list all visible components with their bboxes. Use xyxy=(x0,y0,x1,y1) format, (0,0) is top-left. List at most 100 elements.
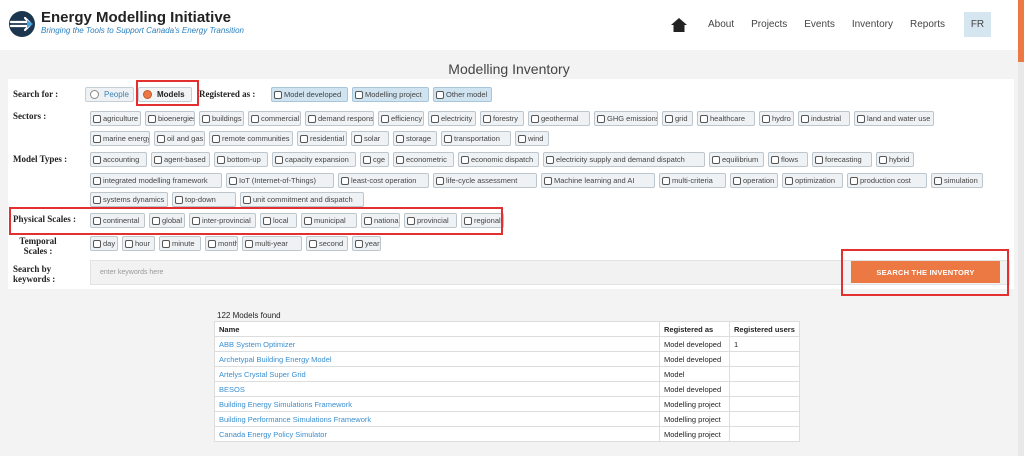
model-name-link[interactable]: Archetypal Building Energy Model xyxy=(214,351,660,367)
nav-events[interactable]: Events xyxy=(804,19,835,30)
checkbox[interactable] xyxy=(785,176,793,185)
checkbox[interactable] xyxy=(483,114,491,123)
model-name-link[interactable]: BESOS xyxy=(214,381,660,397)
model-name-link[interactable]: Building Energy Simulations Framework xyxy=(214,396,660,412)
checkbox[interactable] xyxy=(461,155,469,164)
sector-residential[interactable]: residential xyxy=(297,131,347,146)
checkbox[interactable] xyxy=(309,239,317,248)
sector-commercial[interactable]: commercial xyxy=(248,111,301,126)
checkbox[interactable] xyxy=(93,195,101,204)
checkbox[interactable] xyxy=(771,155,779,164)
checkbox[interactable] xyxy=(300,134,308,143)
checkbox[interactable] xyxy=(665,114,673,123)
sector-demand-response[interactable]: demand response xyxy=(305,111,374,126)
sector-electricity[interactable]: electricity xyxy=(428,111,476,126)
checkbox[interactable] xyxy=(396,134,404,143)
model-type-agent-based[interactable]: agent-based xyxy=(151,152,210,167)
temporal-scale-second[interactable]: second xyxy=(306,236,348,251)
checkbox[interactable] xyxy=(857,114,865,123)
model-type-optimization[interactable]: optimization xyxy=(782,173,843,188)
model-type-unit-commitment-and-dispatch[interactable]: unit commitment and dispatch xyxy=(240,192,364,207)
sector-healthcare[interactable]: healthcare xyxy=(697,111,755,126)
checkbox[interactable] xyxy=(175,195,183,204)
registered-other-model[interactable]: Other model xyxy=(433,87,492,102)
checkbox[interactable] xyxy=(93,114,101,123)
model-name-link[interactable]: Building Performance Simulations Framewo… xyxy=(214,411,660,427)
temporal-scale-hour[interactable]: hour xyxy=(122,236,155,251)
sector-ghg-emissions[interactable]: GHG emissions xyxy=(594,111,658,126)
checkbox[interactable] xyxy=(355,239,363,248)
sector-land-and-water-use[interactable]: land and water use xyxy=(854,111,934,126)
sector-geothermal[interactable]: geothermal xyxy=(528,111,590,126)
checkbox[interactable] xyxy=(93,239,101,248)
checkbox[interactable] xyxy=(243,195,251,204)
temporal-scale-month[interactable]: month xyxy=(205,236,238,251)
checkbox[interactable] xyxy=(381,114,389,123)
col-name[interactable]: Name xyxy=(214,321,660,337)
col-registered-as[interactable]: Registered as xyxy=(659,321,730,337)
nav-reports[interactable]: Reports xyxy=(910,19,945,30)
checkbox[interactable] xyxy=(275,155,283,164)
temporal-scale-multi-year[interactable]: multi-year xyxy=(242,236,302,251)
model-type-bottom-up[interactable]: bottom-up xyxy=(214,152,268,167)
checkbox[interactable] xyxy=(712,155,720,164)
checkbox[interactable] xyxy=(251,114,259,123)
nav-about[interactable]: About xyxy=(708,19,734,30)
checkbox[interactable] xyxy=(850,176,858,185)
temporal-scale-day[interactable]: day xyxy=(90,236,118,251)
sector-forestry[interactable]: forestry xyxy=(480,111,524,126)
sector-efficiency[interactable]: efficiency xyxy=(378,111,424,126)
checkbox[interactable] xyxy=(436,176,444,185)
checkbox[interactable] xyxy=(436,90,444,99)
model-type-accounting[interactable]: accounting xyxy=(90,152,147,167)
model-type-hybrid[interactable]: hybrid xyxy=(876,152,914,167)
checkbox[interactable] xyxy=(162,239,170,248)
checkbox[interactable] xyxy=(217,155,225,164)
sector-agriculture[interactable]: agriculture xyxy=(90,111,141,126)
sector-industrial[interactable]: industrial xyxy=(798,111,850,126)
temporal-scale-minute[interactable]: minute xyxy=(159,236,201,251)
model-type-least-cost-operation[interactable]: least-cost operation xyxy=(338,173,429,188)
model-type-top-down[interactable]: top-down xyxy=(172,192,236,207)
registered-modelling-project[interactable]: Modelling project xyxy=(352,87,429,102)
nav-inventory[interactable]: Inventory xyxy=(852,19,893,30)
site-title[interactable]: Energy Modelling Initiative xyxy=(41,9,231,26)
model-type-production-cost[interactable]: production cost xyxy=(847,173,927,188)
checkbox[interactable] xyxy=(544,176,552,185)
checkbox[interactable] xyxy=(700,114,708,123)
model-type-electricity-supply-and-demand-dispatch[interactable]: electricity supply and demand dispatch xyxy=(543,152,705,167)
checkbox[interactable] xyxy=(762,114,770,123)
model-type-econometric[interactable]: econometric xyxy=(393,152,454,167)
checkbox[interactable] xyxy=(308,114,316,123)
model-name-link[interactable]: ABB System Optimizer xyxy=(214,336,660,352)
model-type-equilibrium[interactable]: equilibrium xyxy=(709,152,764,167)
sector-buildings[interactable]: buildings xyxy=(199,111,244,126)
model-name-link[interactable]: Artelys Crystal Super Grid xyxy=(214,366,660,382)
registered-model-developed[interactable]: Model developed xyxy=(271,87,348,102)
emi-logo-icon[interactable] xyxy=(9,11,35,37)
checkbox[interactable] xyxy=(733,176,741,185)
model-type-capacity-expansion[interactable]: capacity expansion xyxy=(272,152,356,167)
scrollbar-thumb[interactable] xyxy=(1018,0,1024,62)
model-type-integrated-modelling-framework[interactable]: integrated modelling framework xyxy=(90,173,222,188)
sector-marine-energy[interactable]: marine energy xyxy=(90,131,150,146)
sector-storage[interactable]: storage xyxy=(393,131,437,146)
checkbox[interactable] xyxy=(934,176,942,185)
col-registered-users[interactable]: Registered users xyxy=(729,321,800,337)
checkbox[interactable] xyxy=(212,134,220,143)
people-radio[interactable]: People xyxy=(85,87,134,102)
checkbox[interactable] xyxy=(274,90,282,99)
checkbox[interactable] xyxy=(125,239,133,248)
checkbox[interactable] xyxy=(444,134,452,143)
checkbox[interactable] xyxy=(354,134,362,143)
model-type-systems-dynamics[interactable]: systems dynamics xyxy=(90,192,168,207)
checkbox[interactable] xyxy=(93,134,101,143)
model-type-operation[interactable]: operation xyxy=(730,173,778,188)
sector-transportation[interactable]: transportation xyxy=(441,131,511,146)
model-type-forecasting[interactable]: forecasting xyxy=(812,152,872,167)
checkbox[interactable] xyxy=(531,114,539,123)
checkbox[interactable] xyxy=(208,239,216,248)
sector-remote-communities[interactable]: remote communities xyxy=(209,131,293,146)
model-type-simulation[interactable]: simulation xyxy=(931,173,983,188)
sector-solar[interactable]: solar xyxy=(351,131,389,146)
